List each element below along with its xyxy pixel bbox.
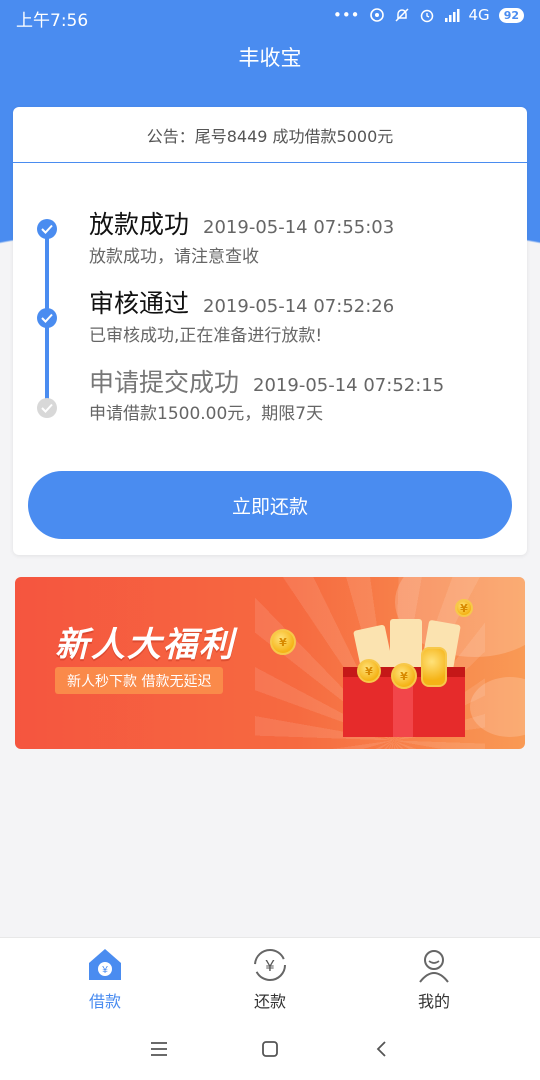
step-title: 放款成功 <box>89 210 190 239</box>
timeline-check-icon <box>37 308 57 328</box>
coin-icon: ¥ <box>270 629 296 655</box>
tab-label: 借款 <box>88 992 121 1011</box>
tab-mine[interactable]: 我的 <box>374 946 494 1012</box>
coin-icon: ¥ <box>455 599 473 617</box>
home-yen-icon: ¥ <box>86 946 124 984</box>
svg-text:¥: ¥ <box>101 965 108 976</box>
notice-text: 公告：尾号8449 成功借款5000元 <box>146 126 394 146</box>
tab-label: 还款 <box>253 992 286 1011</box>
notice-bar: 公告：尾号8449 成功借款5000元 <box>13 107 527 163</box>
hotspot-icon <box>369 8 384 22</box>
timeline-step-2: 审核通过 2019-05-14 07:52:26 <box>89 284 394 320</box>
home-square-icon[interactable] <box>258 1037 282 1061</box>
user-icon <box>415 946 453 984</box>
signal-icon <box>444 9 460 22</box>
tab-repay[interactable]: ¥ 还款 <box>210 946 330 1012</box>
coin-stack-icon <box>421 647 447 687</box>
more-dots-icon: ••• <box>332 6 360 24</box>
timeline-check-icon <box>37 219 57 239</box>
timeline-step-3: 申请提交成功 2019-05-14 07:52:15 <box>89 363 444 399</box>
newcomer-promo-banner[interactable]: 新人大福利 新人秒下款 借款无延迟 ¥ ¥ ¥ ¥ <box>15 577 525 749</box>
banner-title: 新人大福利 <box>55 625 235 665</box>
back-icon[interactable] <box>370 1037 394 1061</box>
alarm-icon <box>420 9 433 23</box>
timeline-check-icon <box>37 398 57 418</box>
yen-refresh-icon: ¥ <box>251 946 289 984</box>
step-desc: 申请借款1500.00元，期限7天 <box>89 404 324 424</box>
step-title: 审核通过 <box>89 289 190 318</box>
network-type: 4G <box>468 6 490 24</box>
step-time: 2019-05-14 07:52:26 <box>203 296 395 317</box>
page-title: 丰收宝 <box>238 46 302 70</box>
status-bar: 上午7:56 ••• 4G 92 <box>0 0 540 34</box>
step-time: 2019-05-14 07:55:03 <box>203 217 395 238</box>
loan-timeline: 放款成功 2019-05-14 07:55:03 放款成功，请注意查收 审核通过… <box>13 163 527 424</box>
banner-tag: 新人秒下款 借款无延迟 <box>55 667 224 694</box>
loan-status-card: 公告：尾号8449 成功借款5000元 放款成功 2019-05-14 07:5… <box>13 107 527 555</box>
coin-icon: ¥ <box>357 659 381 683</box>
tab-label: 我的 <box>417 992 450 1011</box>
bottom-tab-bar: ¥ 借款 ¥ 还款 我的 <box>0 937 540 1017</box>
repay-now-button[interactable]: 立即还款 <box>28 471 512 539</box>
step-title: 申请提交成功 <box>89 368 240 397</box>
mute-icon <box>394 8 409 22</box>
battery-icon: 92 <box>498 7 524 23</box>
step-time: 2019-05-14 07:52:15 <box>253 375 445 396</box>
svg-text:¥: ¥ <box>265 958 275 975</box>
coin-icon: ¥ <box>391 663 417 689</box>
timeline-step-1: 放款成功 2019-05-14 07:55:03 <box>89 205 394 241</box>
step-desc: 放款成功，请注意查收 <box>89 247 259 267</box>
tab-borrow[interactable]: ¥ 借款 <box>45 946 165 1012</box>
menu-icon[interactable] <box>147 1037 171 1061</box>
battery-level: 92 <box>503 8 519 22</box>
step-desc: 已审核成功,正在准备进行放款! <box>89 326 323 346</box>
status-time: 上午7:56 <box>16 11 89 31</box>
system-nav-bar <box>0 1017 540 1080</box>
